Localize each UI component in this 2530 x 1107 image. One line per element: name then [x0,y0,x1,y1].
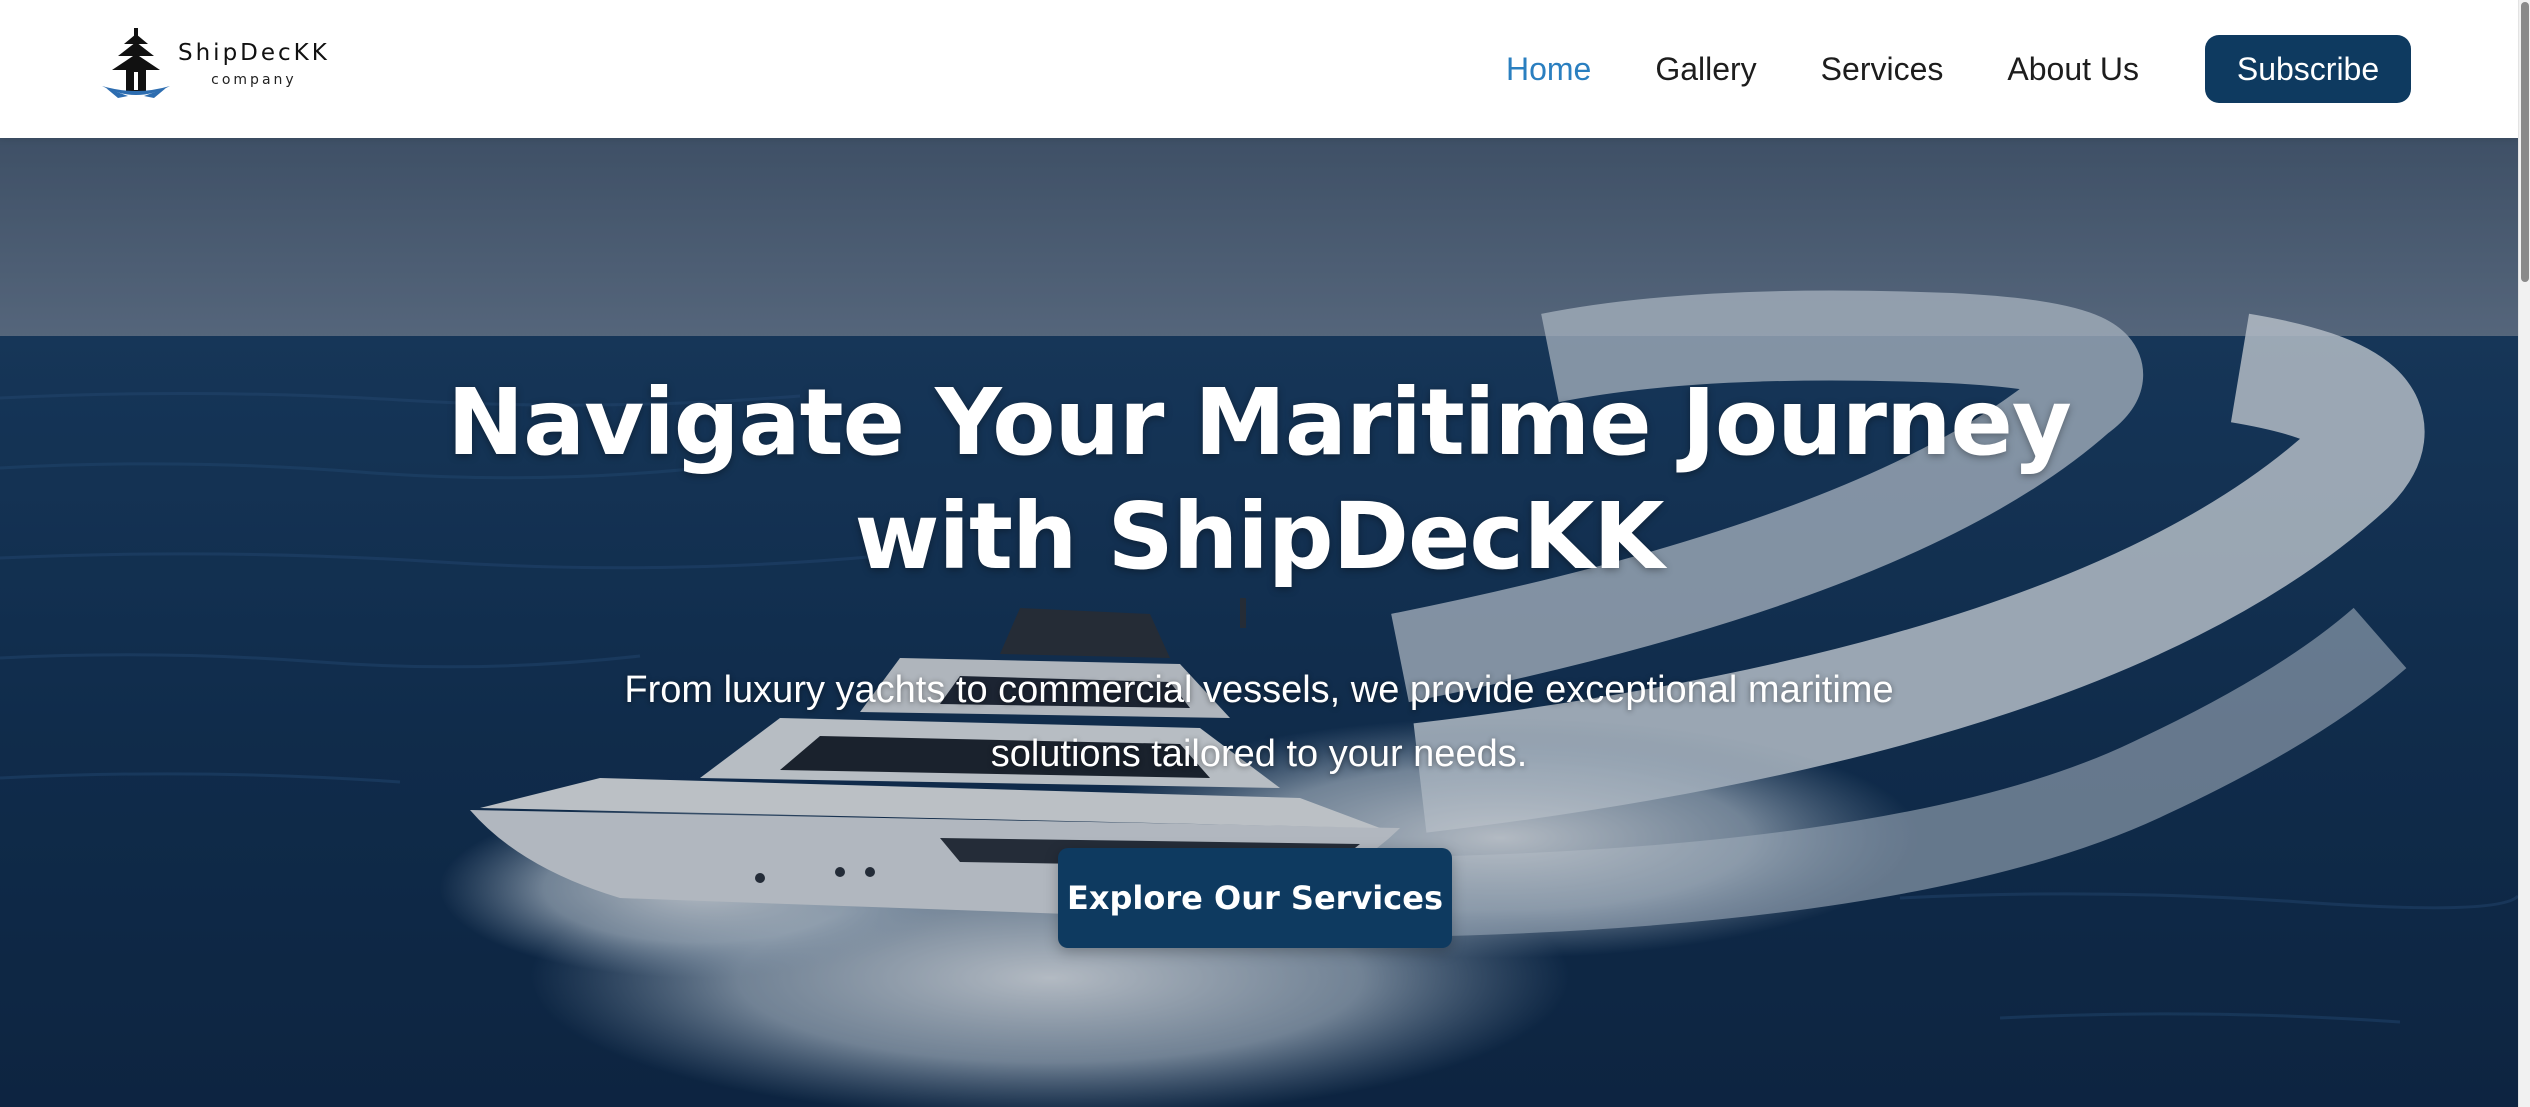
main-nav: Home Gallery Services About Us Subscribe [1506,0,2518,138]
hero-subtitle-line-2: solutions tailored to your needs. [990,733,1528,775]
hero-title-line-2: with ShipDecKK [854,483,1664,590]
hero-content: Navigate Your Maritime Journey with Ship… [0,138,2518,1107]
scrollbar-thumb[interactable] [2521,2,2529,282]
hero-section: Navigate Your Maritime Journey with Ship… [0,138,2518,1107]
brand-name: ShipDecKK [178,40,330,66]
hero-subtitle-line-1: From luxury yachts to commercial vessels… [624,669,1894,711]
subscribe-button[interactable]: Subscribe [2205,35,2411,103]
nav-link-home[interactable]: Home [1506,51,1591,88]
brand-logo[interactable]: ShipDecKK company [98,26,330,102]
nav-link-about-us[interactable]: About Us [2007,51,2139,88]
site-header: ShipDecKK company Home Gallery Services … [0,0,2518,138]
nav-link-gallery[interactable]: Gallery [1655,51,1756,88]
hero-title: Navigate Your Maritime Journey with Ship… [0,366,2518,594]
ship-logo-icon [102,28,170,98]
page: ShipDecKK company Home Gallery Services … [0,0,2530,1107]
brand-tagline: company [211,72,297,88]
brand-text: ShipDecKK company [178,40,330,88]
hero-title-line-1: Navigate Your Maritime Journey [447,369,2072,476]
hero-subtitle: From luxury yachts to commercial vessels… [560,658,1958,786]
vertical-scrollbar[interactable] [2518,0,2530,1107]
explore-services-button[interactable]: Explore Our Services [1058,848,1452,948]
nav-link-services[interactable]: Services [1821,51,1944,88]
